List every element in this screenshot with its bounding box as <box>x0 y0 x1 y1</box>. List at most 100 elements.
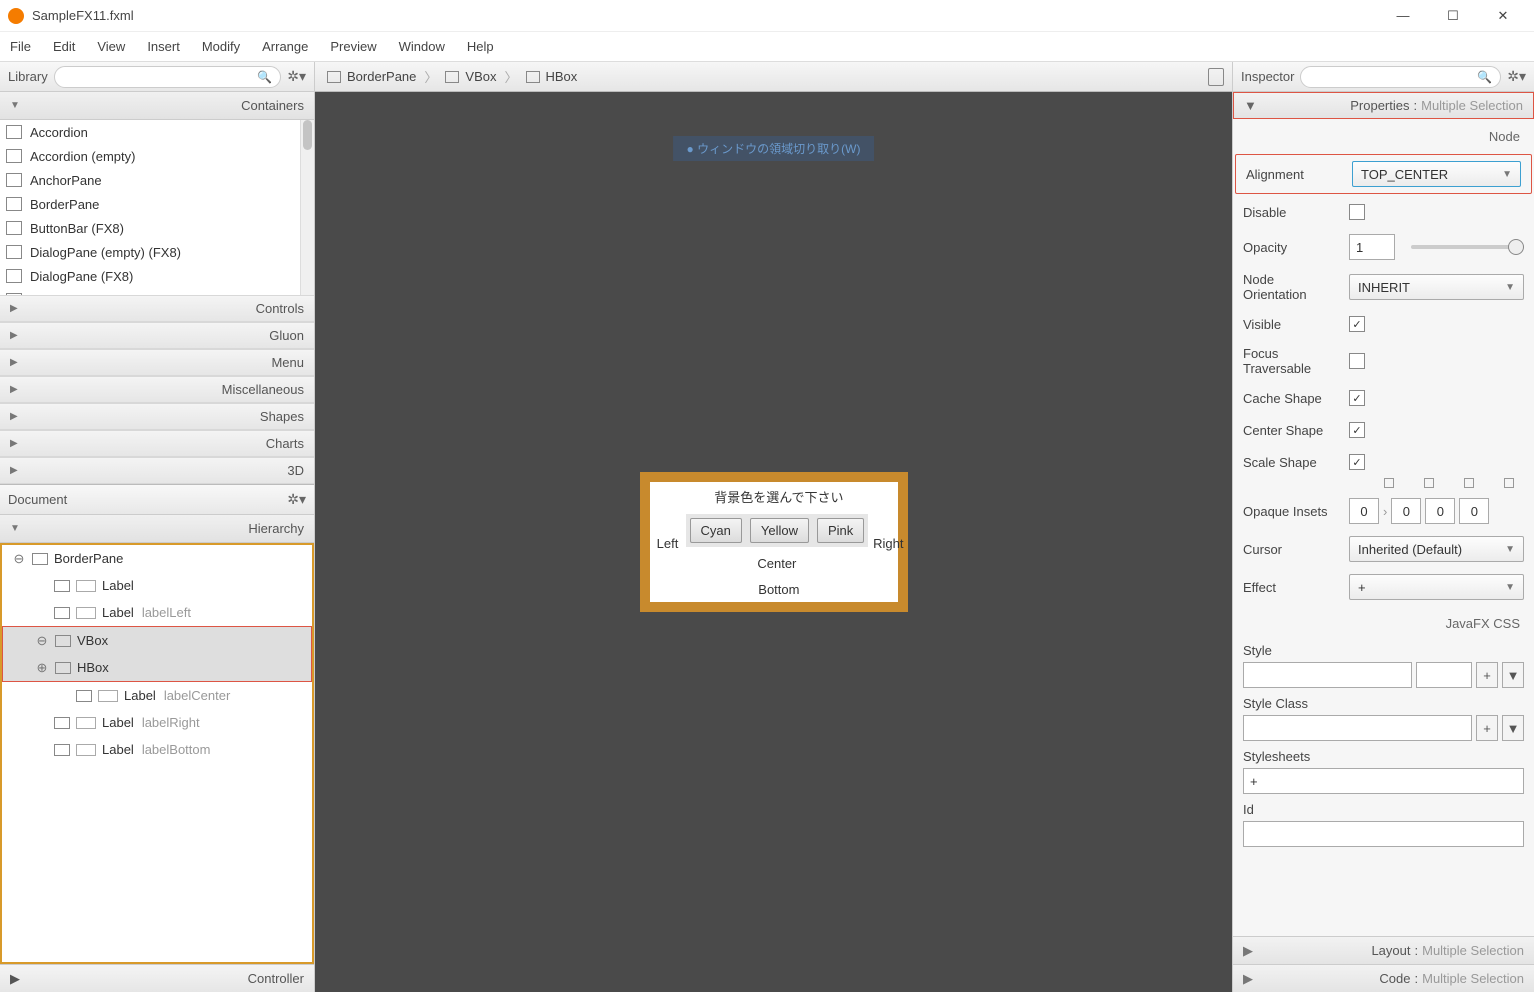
controller-section[interactable]: ▶ Controller <box>0 964 314 992</box>
focus-traversable-checkbox[interactable] <box>1349 353 1365 369</box>
library-item[interactable]: Accordion <box>0 120 300 144</box>
hierarchy-header[interactable]: ▼ Hierarchy <box>0 515 314 543</box>
library-search[interactable]: 🔍 <box>54 66 281 88</box>
code-section-header[interactable]: ▶ Code: Multiple Selection <box>1233 964 1534 992</box>
library-scrollbar[interactable] <box>300 120 314 295</box>
center-shape-checkbox[interactable]: ✓ <box>1349 422 1365 438</box>
opacity-slider[interactable] <box>1411 245 1524 249</box>
inspector-search[interactable]: 🔍 <box>1300 66 1501 88</box>
library-item[interactable]: FlowPane <box>0 288 300 295</box>
scale-shape-checkbox[interactable]: ✓ <box>1349 454 1365 470</box>
tree-node-hbox[interactable]: ⊕HBox <box>3 654 311 681</box>
id-input[interactable] <box>1243 821 1524 847</box>
category-miscellaneous[interactable]: ▶Miscellaneous <box>0 376 314 403</box>
inset-right[interactable]: 0 <box>1391 498 1421 524</box>
design-canvas[interactable]: ● ウィンドウの領域切り取り(W) 背景色を選んで下さい Left CyanYe… <box>315 92 1232 992</box>
close-button[interactable]: ✕ <box>1480 2 1526 30</box>
slider-thumb[interactable] <box>1508 239 1524 255</box>
inset-left[interactable]: 0 <box>1459 498 1489 524</box>
tree-node-label[interactable]: LabellabelRight <box>2 709 312 736</box>
breadcrumb-item[interactable]: BorderPane <box>323 69 420 84</box>
alignment-label: Alignment <box>1246 167 1342 182</box>
stylesheets-add-button[interactable]: + <box>1243 768 1524 794</box>
menu-view[interactable]: View <box>97 39 125 54</box>
link-checkbox[interactable] <box>1504 478 1514 488</box>
tree-toggle-icon[interactable]: ⊖ <box>35 633 49 649</box>
tree-node-label[interactable]: LabellabelBottom <box>2 736 312 763</box>
effect-combo[interactable]: +▼ <box>1349 574 1524 600</box>
container-icon <box>327 71 341 83</box>
tree-node-label[interactable]: LabellabelCenter <box>2 682 312 709</box>
preview-button-yellow[interactable]: Yellow <box>750 518 809 543</box>
menu-modify[interactable]: Modify <box>202 39 240 54</box>
tree-toggle-icon[interactable]: ⊖ <box>12 551 26 567</box>
containers-section-header[interactable]: ▼ Containers <box>0 92 314 120</box>
menu-edit[interactable]: Edit <box>53 39 75 54</box>
link-checkbox[interactable] <box>1424 478 1434 488</box>
style-menu-button[interactable]: ▼ <box>1502 662 1524 688</box>
disable-checkbox[interactable] <box>1349 204 1365 220</box>
properties-section-header[interactable]: ▼ Properties : Multiple Selection <box>1233 92 1534 119</box>
minimize-button[interactable]: — <box>1380 2 1426 30</box>
category-controls[interactable]: ▶Controls <box>0 295 314 322</box>
link-checkbox[interactable] <box>1384 478 1394 488</box>
tree-node-borderpane[interactable]: ⊖BorderPane <box>2 545 312 572</box>
library-item[interactable]: ButtonBar (FX8) <box>0 216 300 240</box>
category-3d[interactable]: ▶3D <box>0 457 314 484</box>
cursor-combo[interactable]: Inherited (Default)▼ <box>1349 536 1524 562</box>
breadcrumb-separator-icon: 〉 <box>424 67 437 86</box>
style-add-button[interactable]: + <box>1476 662 1498 688</box>
menu-window[interactable]: Window <box>399 39 445 54</box>
document-icon[interactable] <box>1208 68 1224 86</box>
library-item[interactable]: BorderPane <box>0 192 300 216</box>
link-checkbox[interactable] <box>1464 478 1474 488</box>
preview-hbox[interactable]: Cyan Yellow Pink <box>686 514 869 547</box>
alignment-combo[interactable]: TOP_CENTER▼ <box>1352 161 1521 187</box>
tree-node-label[interactable]: LabellabelLeft <box>2 599 312 626</box>
breadcrumb-item[interactable]: HBox <box>522 69 582 84</box>
visible-checkbox[interactable]: ✓ <box>1349 316 1365 332</box>
label-icon <box>76 717 96 729</box>
library-item[interactable]: AnchorPane <box>0 168 300 192</box>
style-class-add-button[interactable]: + <box>1476 715 1498 741</box>
document-header: Document ✲▾ <box>0 485 314 515</box>
scrollbar-thumb[interactable] <box>303 120 312 150</box>
menu-arrange[interactable]: Arrange <box>262 39 308 54</box>
preview-button-cyan[interactable]: Cyan <box>690 518 742 543</box>
document-title: Document <box>8 492 67 507</box>
breadcrumb-item[interactable]: VBox <box>441 69 500 84</box>
menu-preview[interactable]: Preview <box>330 39 376 54</box>
tree-node-label[interactable]: Label <box>2 572 312 599</box>
style-input[interactable] <box>1243 662 1412 688</box>
library-item[interactable]: Accordion (empty) <box>0 144 300 168</box>
menu-insert[interactable]: Insert <box>147 39 180 54</box>
cache-shape-checkbox[interactable]: ✓ <box>1349 390 1365 406</box>
preview-button-pink[interactable]: Pink <box>817 518 864 543</box>
inset-top[interactable]: 0 <box>1349 498 1379 524</box>
category-charts[interactable]: ▶Charts <box>0 430 314 457</box>
style-value-input[interactable] <box>1416 662 1472 688</box>
menu-help[interactable]: Help <box>467 39 494 54</box>
menu-file[interactable]: File <box>10 39 31 54</box>
layout-section-header[interactable]: ▶ Layout: Multiple Selection <box>1233 936 1534 964</box>
library-item[interactable]: DialogPane (FX8) <box>0 264 300 288</box>
library-menu-gear-icon[interactable]: ✲▾ <box>287 68 306 85</box>
opacity-input[interactable]: 1 <box>1349 234 1395 260</box>
maximize-button[interactable]: ☐ <box>1430 2 1476 30</box>
inset-bottom[interactable]: 0 <box>1425 498 1455 524</box>
document-menu-gear-icon[interactable]: ✲▾ <box>287 491 306 508</box>
tree-node-vbox[interactable]: ⊖VBox <box>3 627 311 654</box>
category-gluon[interactable]: ▶Gluon <box>0 322 314 349</box>
style-class-menu-button[interactable]: ▼ <box>1502 715 1524 741</box>
tree-toggle-icon[interactable]: ⊕ <box>35 660 49 676</box>
node-orientation-combo[interactable]: INHERIT▼ <box>1349 274 1524 300</box>
inspector-menu-gear-icon[interactable]: ✲▾ <box>1507 68 1526 85</box>
category-shapes[interactable]: ▶Shapes <box>0 403 314 430</box>
style-class-input[interactable] <box>1243 715 1472 741</box>
effect-label: Effect <box>1243 580 1339 595</box>
category-label: Charts <box>266 436 304 451</box>
category-menu[interactable]: ▶Menu <box>0 349 314 376</box>
style-class-label: Style Class <box>1243 696 1524 711</box>
library-item[interactable]: DialogPane (empty) (FX8) <box>0 240 300 264</box>
node-orientation-label: Node Orientation <box>1243 272 1339 302</box>
